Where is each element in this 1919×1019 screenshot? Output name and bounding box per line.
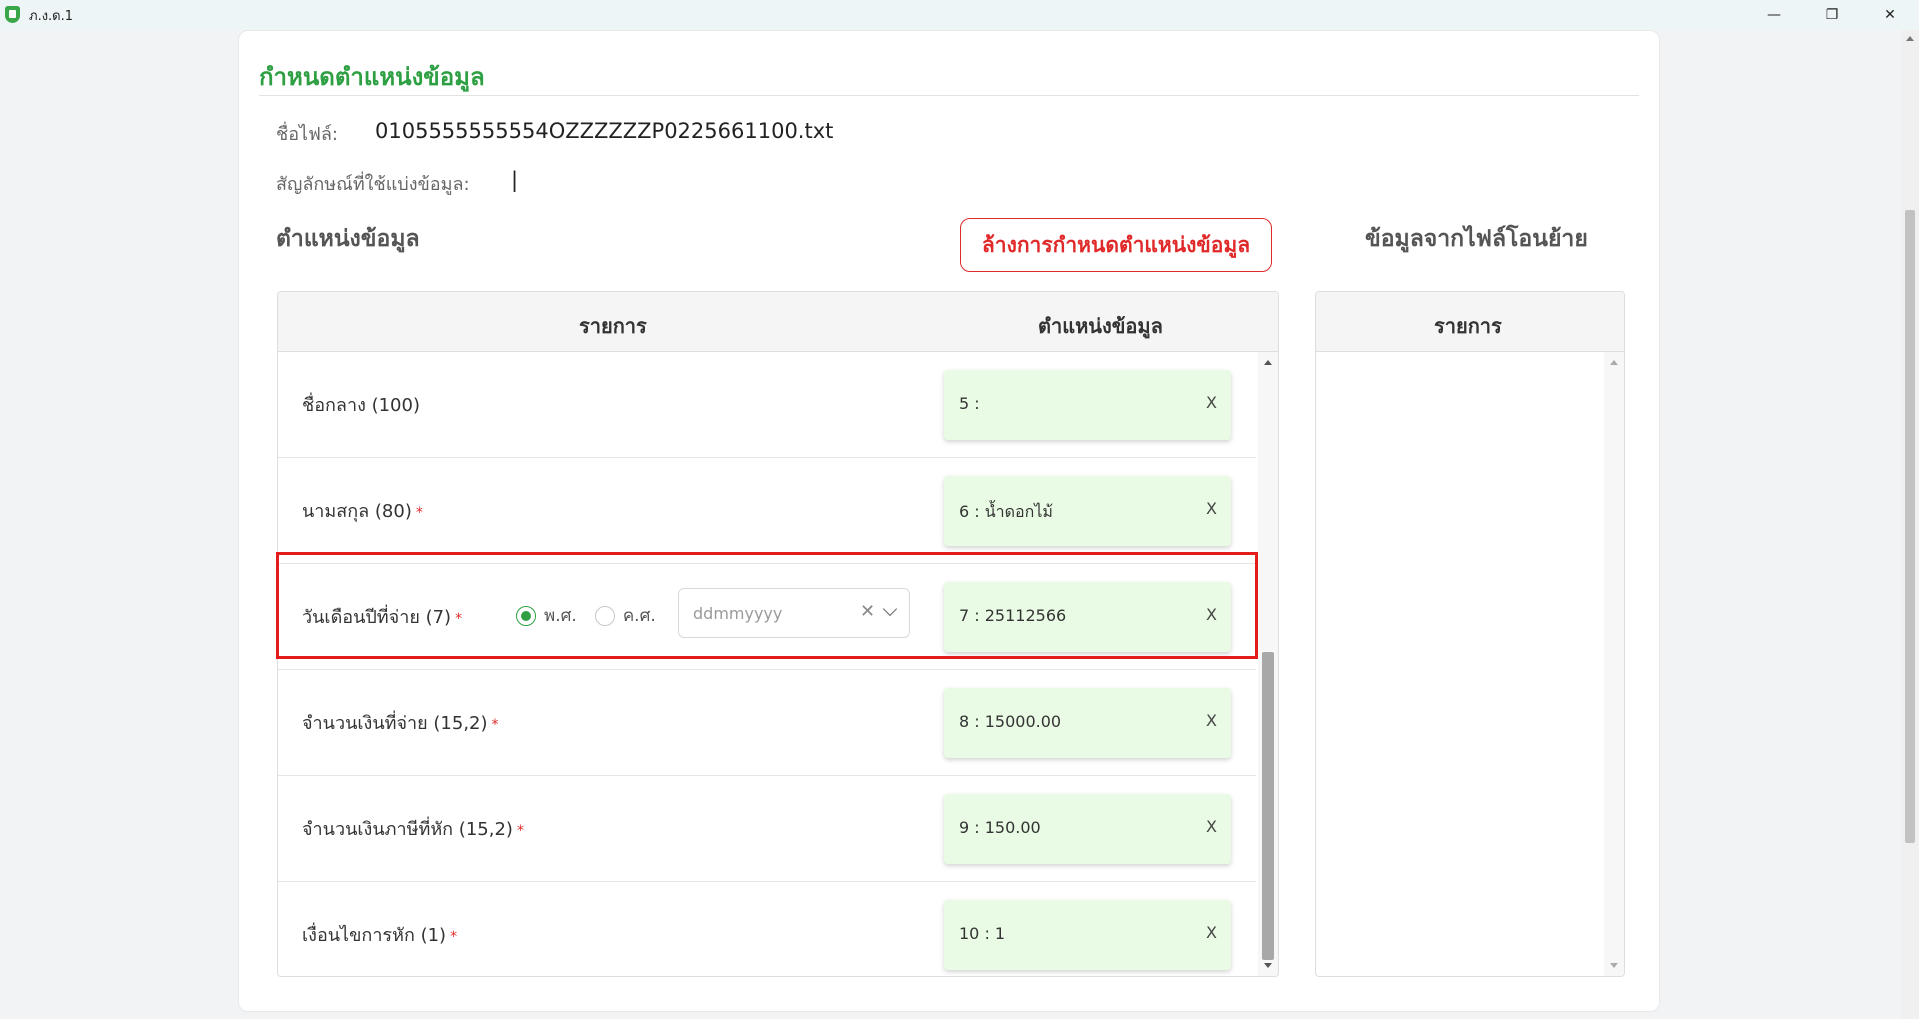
minimize-button[interactable]: — bbox=[1745, 0, 1803, 30]
remove-position-button[interactable]: X bbox=[1206, 605, 1217, 624]
position-chip[interactable]: 6 : น้ำดอกไม้ X bbox=[944, 476, 1231, 546]
scrollbar-thumb[interactable] bbox=[1905, 210, 1915, 843]
source-section-title: ข้อมูลจากไฟล์โอนย้าย bbox=[1365, 226, 1588, 252]
table-row: นามสกุล (80) * 6 : น้ำดอกไม้ X bbox=[278, 458, 1256, 564]
file-name-value: 0105555555554OZZZZZZP0225661100.txt bbox=[375, 119, 834, 143]
scroll-up-icon[interactable] bbox=[1264, 360, 1272, 365]
chevron-down-icon[interactable] bbox=[882, 601, 898, 617]
table-row: จำนวนเงินภาษีที่หัก (15,2) * 9 : 150.00 X bbox=[278, 776, 1256, 882]
positions-table-scrollbar[interactable] bbox=[1258, 352, 1278, 976]
clear-icon[interactable]: ✕ bbox=[860, 601, 875, 622]
position-settings-card: กำหนดตำแหน่งข้อมูล ชื่อไฟล์: 01055555555… bbox=[238, 30, 1660, 1012]
remove-position-button[interactable]: X bbox=[1206, 711, 1217, 730]
source-file-table: รายการ bbox=[1315, 291, 1625, 977]
scroll-up-icon[interactable] bbox=[1906, 36, 1914, 41]
row-label: จำนวนเงินที่จ่าย (15,2) * bbox=[302, 713, 499, 734]
scroll-up-icon[interactable] bbox=[1610, 360, 1618, 365]
window-scrollbar[interactable] bbox=[1901, 30, 1919, 1019]
position-chip[interactable]: 7 : 25112566 X bbox=[944, 582, 1231, 652]
clear-positions-button[interactable]: ล้างการกำหนดตำแหน่งข้อมูล bbox=[960, 218, 1272, 272]
position-chip[interactable]: 9 : 150.00 X bbox=[944, 794, 1231, 864]
table-row: เงื่อนไขการหัก (1) * 10 : 1 X bbox=[278, 882, 1256, 976]
col-header-item: รายการ bbox=[579, 314, 647, 338]
row-label: จำนวนเงินภาษีที่หัก (15,2) * bbox=[302, 819, 524, 840]
delimiter-label: สัญลักษณ์ที่ใช้แบ่งข้อมูล: bbox=[276, 174, 470, 195]
window-title: ภ.ง.ด.1 bbox=[29, 8, 74, 24]
restore-button[interactable]: ❐ bbox=[1803, 0, 1861, 30]
remove-position-button[interactable]: X bbox=[1206, 499, 1217, 518]
scrollbar-thumb[interactable] bbox=[1262, 652, 1274, 960]
source-table-scrollbar[interactable] bbox=[1604, 352, 1624, 976]
position-chip[interactable]: 10 : 1 X bbox=[944, 900, 1231, 970]
app-shield-icon bbox=[5, 6, 21, 24]
close-button[interactable]: ✕ bbox=[1861, 0, 1919, 30]
row-label: เงื่อนไขการหัก (1) * bbox=[302, 925, 458, 946]
era-be-label[interactable]: พ.ศ. bbox=[544, 602, 577, 629]
position-value: 6 : น้ำดอกไม้ bbox=[959, 502, 1053, 521]
row-label: ชื่อกลาง (100) bbox=[302, 395, 420, 416]
date-format-placeholder: ddmmyyyy bbox=[693, 604, 783, 623]
table-row: จำนวนเงินที่จ่าย (15,2) * 8 : 15000.00 X bbox=[278, 670, 1256, 776]
source-table-header: รายการ bbox=[1316, 292, 1624, 352]
table-row: ชื่อกลาง (100) 5 : X bbox=[278, 352, 1256, 458]
title-bar: ภ.ง.ด.1 — ❐ ✕ bbox=[0, 0, 1919, 30]
col-header-source-item: รายการ bbox=[1434, 314, 1502, 338]
row-label: วันเดือนปีที่จ่าย (7) * bbox=[302, 607, 463, 628]
delimiter-value: | bbox=[511, 168, 519, 192]
era-ce-radio[interactable] bbox=[594, 605, 615, 626]
positions-table-header: รายการ ตำแหน่งข้อมูล bbox=[278, 292, 1278, 352]
row-label: นามสกุล (80) * bbox=[302, 501, 423, 522]
positions-table: รายการ ตำแหน่งข้อมูล ชื่อกลาง (100) 5 : … bbox=[277, 291, 1279, 977]
positions-section-title: ตำแหน่งข้อมูล bbox=[276, 226, 420, 252]
remove-position-button[interactable]: X bbox=[1206, 923, 1217, 942]
position-value: 9 : 150.00 bbox=[959, 818, 1041, 837]
era-radio-group: พ.ศ. ค.ศ. bbox=[516, 602, 674, 629]
position-value: 5 : bbox=[959, 394, 980, 413]
position-value: 8 : 15000.00 bbox=[959, 712, 1062, 731]
col-header-position: ตำแหน่งข้อมูล bbox=[1038, 314, 1163, 338]
date-format-select[interactable]: ddmmyyyy ✕ bbox=[678, 588, 910, 638]
header-divider bbox=[259, 95, 1639, 96]
position-value: 7 : 25112566 bbox=[959, 606, 1067, 625]
era-ce-label[interactable]: ค.ศ. bbox=[623, 602, 656, 629]
position-value: 10 : 1 bbox=[959, 924, 1006, 943]
scroll-down-icon[interactable] bbox=[1610, 963, 1618, 968]
page-title: กำหนดตำแหน่งข้อมูล bbox=[259, 63, 485, 91]
table-row-payment-date: วันเดือนปีที่จ่าย (7) * พ.ศ. ค.ศ. ddmmyyy… bbox=[278, 564, 1256, 670]
scroll-down-icon[interactable] bbox=[1264, 963, 1272, 968]
remove-position-button[interactable]: X bbox=[1206, 817, 1217, 836]
file-name-label: ชื่อไฟล์: bbox=[276, 124, 338, 145]
position-chip[interactable]: 5 : X bbox=[944, 370, 1231, 440]
position-chip[interactable]: 8 : 15000.00 X bbox=[944, 688, 1231, 758]
era-be-radio[interactable] bbox=[516, 605, 536, 626]
remove-position-button[interactable]: X bbox=[1206, 393, 1217, 412]
